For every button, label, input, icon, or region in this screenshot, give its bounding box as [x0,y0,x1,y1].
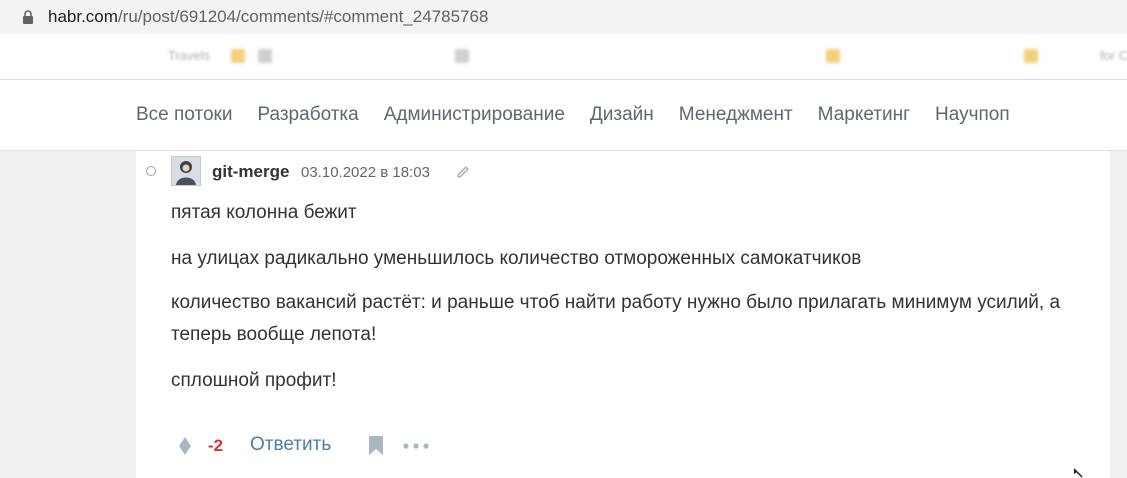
lock-icon [23,10,33,24]
browser-address-bar[interactable]: habr.com/ru/post/691204/comments/#commen… [0,0,1127,34]
more-options-icon[interactable] [403,443,429,449]
site-navigation: Все потоки Разработка Администрирование … [0,80,1127,151]
comment-paragraph: сплошной профит! [171,370,337,391]
bookmark-favicon-icon[interactable] [455,49,469,63]
comment-thread-dot-icon[interactable] [146,166,156,176]
nav-item-administration[interactable]: Администрирование [384,104,565,126]
nav-item-development[interactable]: Разработка [257,104,358,126]
bookmark-item[interactable]: for C [1100,48,1127,63]
folder-icon[interactable] [231,49,245,63]
comment-paragraph: на улицах радикально уменьшилось количес… [171,248,862,269]
pencil-icon [457,166,469,178]
bookmarks-bar: Travels for C [0,34,1127,80]
folder-icon[interactable] [1024,49,1038,63]
bookmark-icon[interactable] [368,435,384,456]
url-text[interactable]: habr.com/ru/post/691204/comments/#commen… [48,7,488,27]
comment-date[interactable]: 03.10.2022 в 18:03 [301,164,430,181]
comment-score: -2 [208,436,224,455]
reply-button[interactable]: Ответить [250,434,331,456]
avatar-image-icon [172,157,200,185]
nav-tabs: Все потоки Разработка Администрирование … [136,104,1010,126]
mouse-cursor-icon [1073,468,1083,478]
comment-paragraph: количество вакансий растёт: и раньше что… [171,292,1061,345]
bookmark-favicon-icon[interactable] [258,49,272,63]
url-path: /ru/post/691204/comments/#comment_247857… [117,7,489,26]
comment-author[interactable]: git-merge [212,162,289,182]
folder-icon[interactable] [826,49,840,63]
nav-item-marketing[interactable]: Маркетинг [818,104,910,126]
vote-icon[interactable] [176,436,194,456]
bookmark-item[interactable]: Travels [168,48,210,63]
nav-item-management[interactable]: Менеджмент [679,104,793,126]
nav-item-all-flows[interactable]: Все потоки [136,104,232,126]
nav-item-design[interactable]: Дизайн [590,104,654,126]
comment-paragraph: пятая колонна бежит [171,202,357,223]
nav-item-popular-science[interactable]: Научпоп [935,104,1010,126]
url-host: habr.com [48,7,118,26]
avatar[interactable] [171,156,201,186]
